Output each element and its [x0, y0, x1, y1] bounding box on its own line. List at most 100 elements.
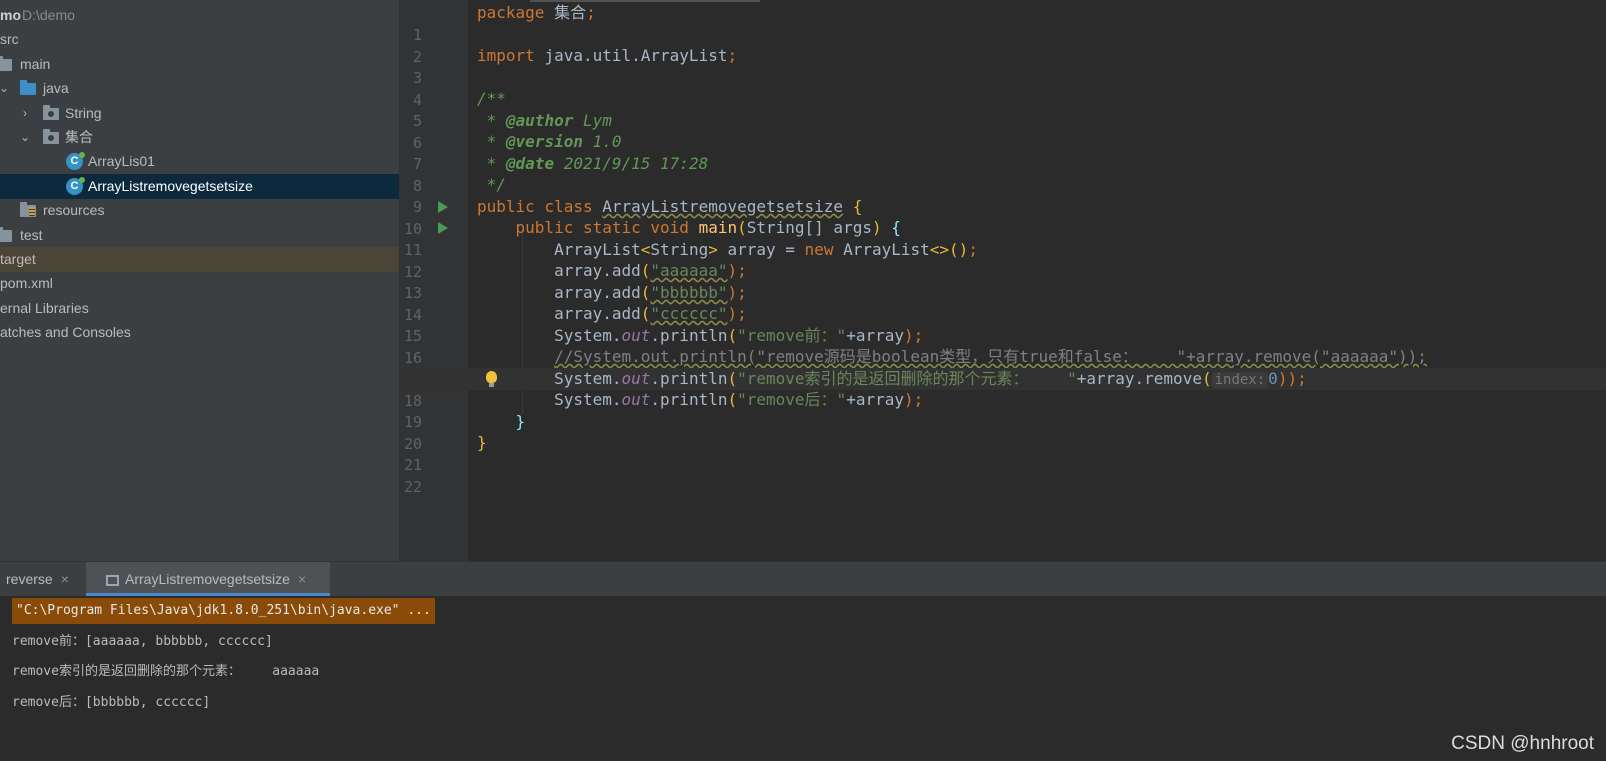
- tree-item-pom[interactable]: pom.xml: [0, 271, 399, 296]
- tree-item-label: pom.xml: [0, 275, 53, 291]
- keyword: package: [477, 3, 545, 22]
- code-line[interactable]: 6 * @author Lym: [400, 110, 1606, 152]
- class-name: ArrayListremovegetsetsize: [602, 197, 844, 216]
- code-line[interactable]: 16 System.out.println("remove前："+array);: [400, 325, 1606, 367]
- project-root[interactable]: mo D:\demo: [0, 3, 399, 28]
- run-tab-reverse[interactable]: reverse ×: [0, 562, 84, 596]
- code-line[interactable]: 21 }: [400, 432, 1606, 474]
- run-console[interactable]: "C:\Program Files\Java\jdk1.8.0_251\bin\…: [0, 596, 1606, 761]
- tree-item-label: test: [20, 227, 43, 243]
- java-class-icon: C: [66, 177, 85, 195]
- code-line[interactable]: 4: [400, 67, 1606, 109]
- tree-item-external-libraries[interactable]: ernal Libraries: [0, 296, 399, 321]
- code-line[interactable]: 2: [400, 24, 1606, 66]
- paren: (: [640, 283, 651, 302]
- keyword: import: [477, 46, 535, 65]
- tree-item-src[interactable]: src: [0, 27, 399, 52]
- tree-item-label: ArrayLis01: [88, 153, 155, 169]
- code-line[interactable]: 3 import java.util.ArrayList;: [400, 45, 1606, 87]
- brace: {: [881, 218, 901, 237]
- close-icon[interactable]: ×: [61, 571, 69, 587]
- semicolon: ;: [968, 240, 978, 259]
- paren: (: [1201, 369, 1212, 388]
- code-line[interactable]: 9 */: [400, 174, 1606, 216]
- statement-end: );: [727, 283, 747, 302]
- param-type: String: [746, 218, 805, 237]
- statement-end: );: [727, 304, 747, 323]
- import-path: java.util.ArrayList: [544, 46, 728, 65]
- tree-item-main[interactable]: main: [0, 52, 399, 77]
- source-folder-icon: [20, 80, 36, 95]
- code-line[interactable]: 20 }: [400, 411, 1606, 453]
- run-tab-arraylistremovegetsetsize[interactable]: ArrayListremovegetsetsize ×: [86, 562, 330, 596]
- run-icon[interactable]: [438, 201, 448, 213]
- code-line[interactable]: 15 array.add("cccccc");: [400, 303, 1606, 345]
- code-line[interactable]: 8 * @date 2021/9/15 17:28: [400, 153, 1606, 195]
- code-line[interactable]: 12 ArrayList<String> array = new ArrayLi…: [400, 239, 1606, 281]
- code-line[interactable]: 19 System.out.println("remove后："+array);: [400, 389, 1606, 431]
- chevron-down-icon[interactable]: ⌄: [0, 76, 10, 101]
- paren: (): [949, 240, 969, 259]
- doc-tag: @date: [505, 154, 555, 173]
- angle: >: [708, 240, 718, 259]
- string-literal: "aaaaaa": [650, 261, 728, 280]
- doc-value: Lym: [573, 111, 612, 130]
- tree-item-label: src: [0, 31, 19, 47]
- brace: }: [477, 433, 487, 452]
- tree-item-label: 集合: [65, 129, 93, 145]
- doc-star: *: [477, 132, 506, 151]
- paren: (: [727, 390, 738, 409]
- tree-item-resources[interactable]: resources: [0, 198, 399, 223]
- tree-item-arraylis01[interactable]: C ArrayLis01: [0, 149, 399, 174]
- doc-tag: @author: [505, 111, 574, 130]
- chevron-right-icon[interactable]: ›: [19, 101, 31, 126]
- paren: (: [640, 304, 651, 323]
- code-line[interactable]: 5 /**: [400, 88, 1606, 130]
- tree-item-label: main: [20, 56, 51, 72]
- brace: }: [515, 412, 526, 431]
- code-line-current[interactable]: 18 System.out.println("remove索引的是返回删除的那个…: [400, 368, 1606, 410]
- type: ArrayList: [833, 240, 930, 259]
- code-line[interactable]: 7 * @version 1.0: [400, 131, 1606, 173]
- brace: {: [843, 197, 863, 216]
- code-line[interactable]: 13 array.add("aaaaaa");: [400, 260, 1606, 302]
- code-line[interactable]: 10 public class ArrayListremovegetsetsiz…: [400, 196, 1606, 238]
- console-icon: [106, 575, 119, 586]
- console-output-line: remove后：[bbbbbb, cccccc]: [12, 695, 211, 710]
- resources-folder-icon: [20, 202, 36, 217]
- tree-item-jihe[interactable]: ⌄ 集合: [0, 125, 399, 150]
- tree-item-scratches[interactable]: atches and Consoles: [0, 320, 399, 345]
- package-name: 集合: [554, 3, 587, 22]
- statement-end: );: [903, 390, 924, 409]
- run-icon[interactable]: [438, 222, 448, 234]
- code-line[interactable]: 1 package 集合;: [400, 2, 1606, 44]
- chevron-down-icon[interactable]: ⌄: [19, 125, 31, 150]
- paren: (: [727, 369, 738, 388]
- expression: +array: [846, 326, 904, 345]
- object: array.: [554, 304, 612, 323]
- tree-item-string[interactable]: › String: [0, 101, 399, 126]
- code-line[interactable]: 17 //System.out.println("remove源码是boolea…: [400, 346, 1606, 388]
- string-literal: "cccccc": [650, 304, 728, 323]
- package-icon: [43, 105, 59, 120]
- doc-tag: @version: [505, 132, 583, 151]
- code-editor[interactable]: 1 package 集合; 2 3 import java.util.Array…: [400, 0, 1606, 561]
- tree-item-java[interactable]: ⌄ java: [0, 76, 399, 101]
- diamond: <>: [929, 240, 950, 259]
- type: ArrayList: [554, 240, 641, 259]
- tree-item-label: String: [65, 105, 102, 121]
- tree-item-target[interactable]: target: [0, 247, 399, 272]
- console-command-line[interactable]: "C:\Program Files\Java\jdk1.8.0_251\bin\…: [12, 598, 435, 624]
- code-line[interactable]: 11 public static void main(String[] args…: [400, 217, 1606, 259]
- number-literal: 0: [1268, 369, 1278, 388]
- console-output-line: remove索引的是返回删除的那个元素： aaaaaa: [12, 664, 320, 679]
- line-number: 22: [403, 478, 422, 496]
- tree-item-test[interactable]: test: [0, 223, 399, 248]
- code-line[interactable]: 22: [400, 454, 1606, 496]
- code-line[interactable]: 14 array.add("bbbbbb");: [400, 282, 1606, 324]
- close-icon[interactable]: ×: [298, 571, 306, 587]
- method-call: add: [611, 304, 641, 323]
- object: array.: [554, 261, 612, 280]
- statement-end: );: [727, 261, 747, 280]
- tree-item-arraylistremovegetsetsize[interactable]: C ArrayListremovegetsetsize: [0, 174, 399, 199]
